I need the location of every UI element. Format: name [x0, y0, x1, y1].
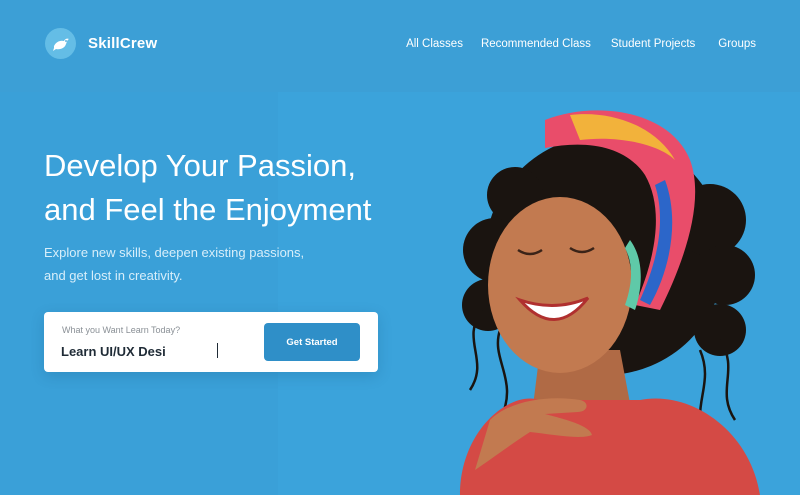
hero-headline-line-2: and Feel the Enjoyment — [44, 192, 372, 227]
brand-logo[interactable]: SkillCrew — [45, 28, 157, 59]
get-started-button[interactable]: Get Started — [264, 323, 360, 361]
text-caret — [217, 343, 218, 358]
search-card: What you Want Learn Today? Get Started — [44, 312, 378, 372]
main-nav: All Classes Recommended Class Student Pr… — [406, 38, 756, 50]
landing-page: SkillCrew All Classes Recommended Class … — [0, 0, 800, 495]
nav-student-projects[interactable]: Student Projects — [611, 38, 695, 50]
hero-subtext: Explore new skills, deepen existing pass… — [44, 241, 344, 287]
hero-subtext-line-2: and get lost in creativity. — [44, 268, 183, 283]
nav-recommended-class[interactable]: Recommended Class — [481, 38, 591, 50]
bird-icon — [45, 28, 76, 59]
nav-all-classes[interactable]: All Classes — [406, 38, 463, 50]
hero-portrait-image — [460, 110, 760, 495]
hero-subtext-line-1: Explore new skills, deepen existing pass… — [44, 245, 305, 260]
hero-headline-line-1: Develop Your Passion, — [44, 148, 356, 183]
face-shape — [488, 197, 632, 373]
hero-headline: Develop Your Passion, and Feel the Enjoy… — [44, 144, 464, 232]
search-label: What you Want Learn Today? — [62, 325, 181, 335]
nav-groups[interactable]: Groups — [718, 38, 756, 50]
search-input[interactable] — [61, 341, 251, 361]
brand-name: SkillCrew — [88, 35, 158, 52]
